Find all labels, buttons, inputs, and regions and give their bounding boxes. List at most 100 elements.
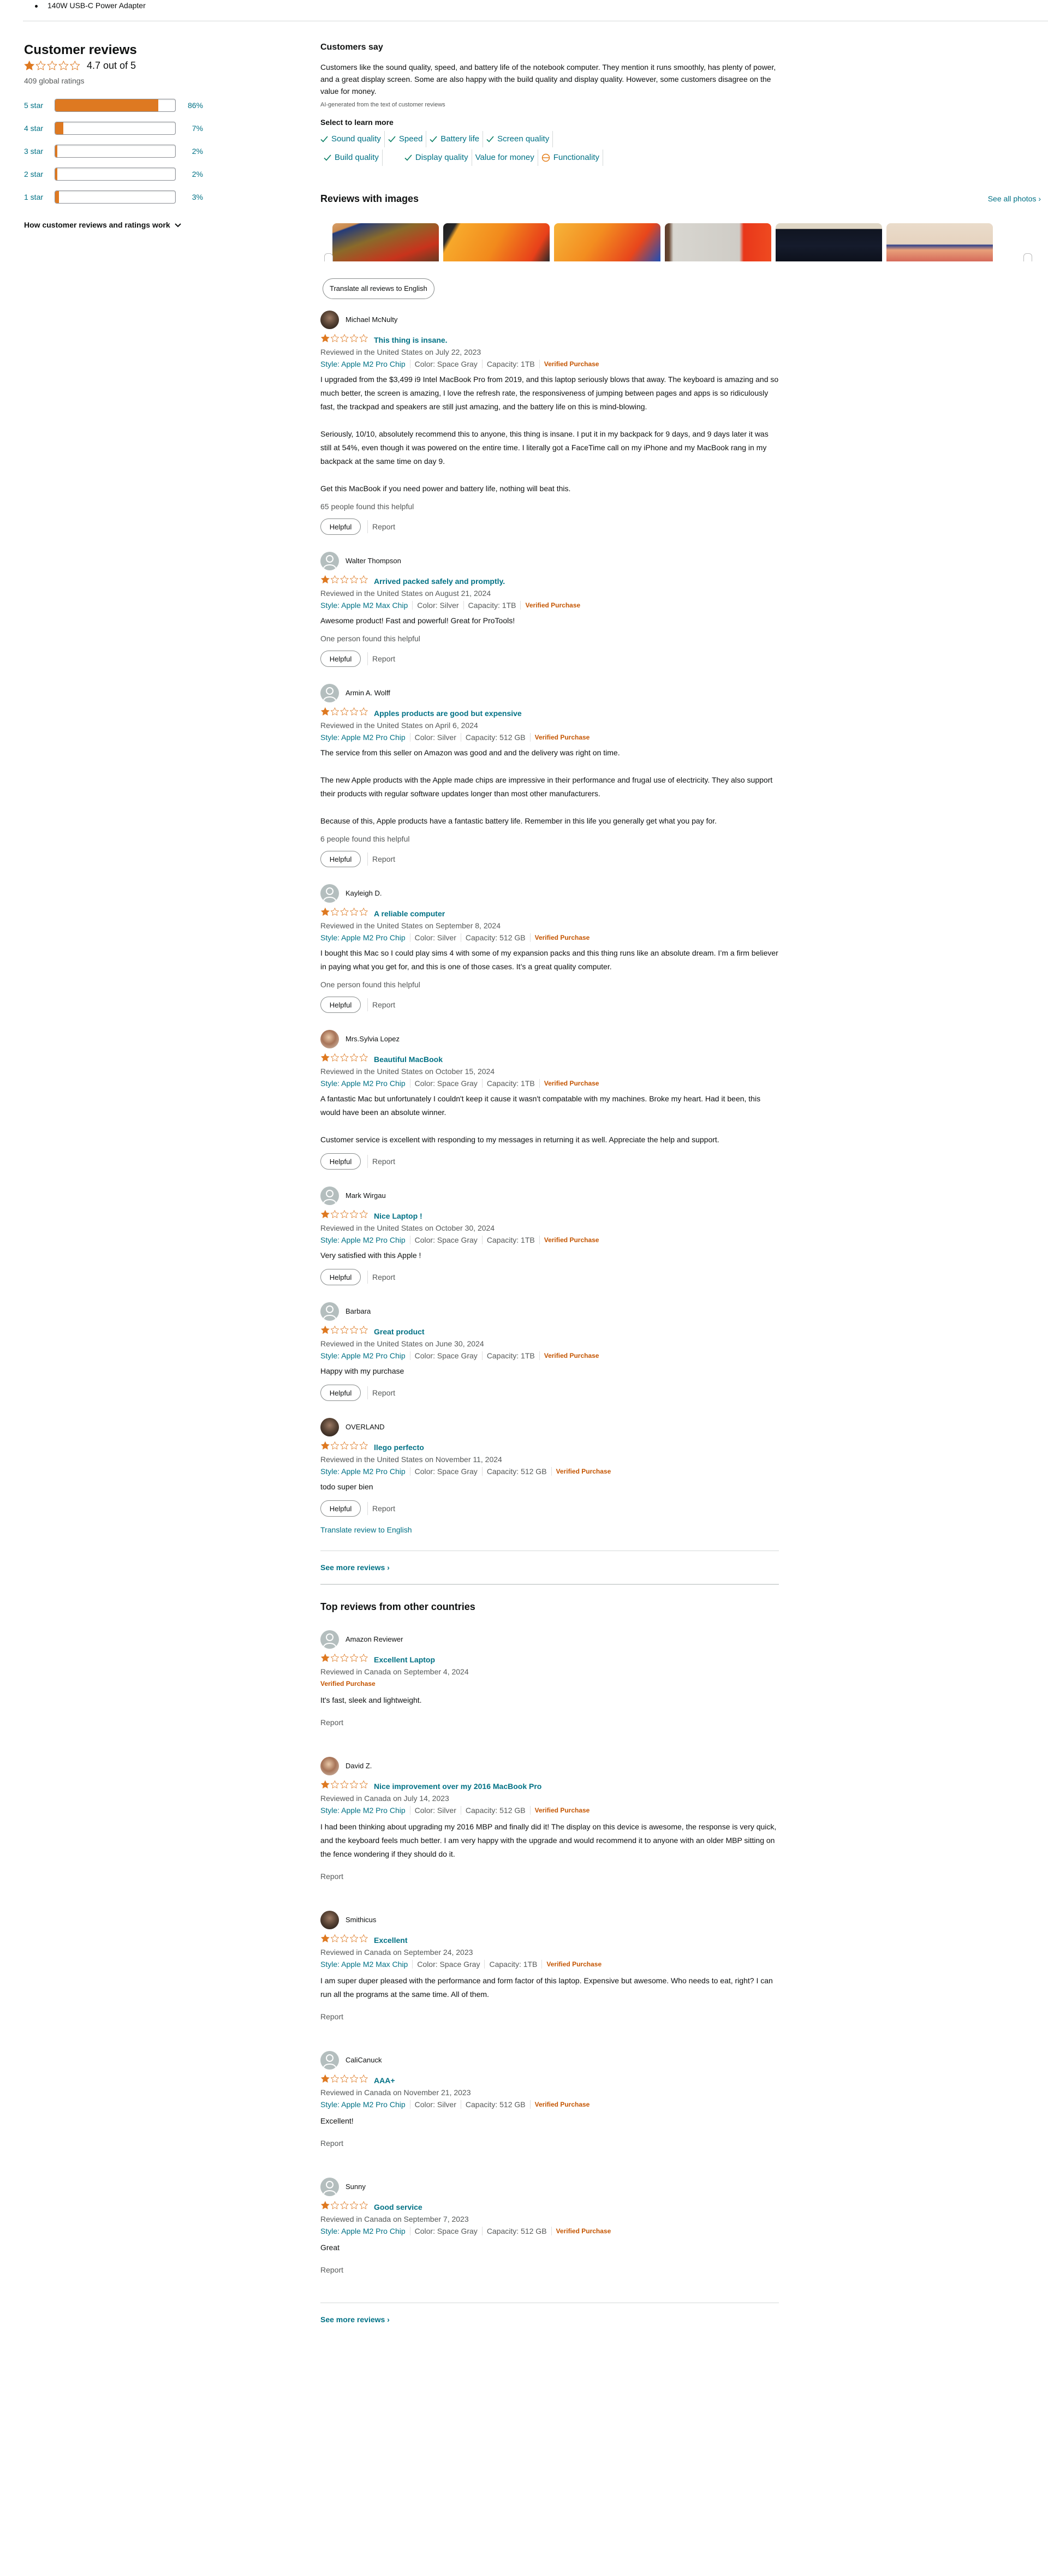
review-title-link[interactable]: Apples products are good but expensive <box>374 708 522 719</box>
review-title-link[interactable]: Excellent Laptop <box>374 1654 435 1665</box>
helpful-button[interactable]: Helpful <box>320 651 361 667</box>
report-link[interactable]: Report <box>372 854 395 864</box>
average-rating-row[interactable]: 4.7 out of 5 <box>24 60 242 71</box>
review-image-thumbnail[interactable] <box>554 223 660 261</box>
variant-style-link[interactable]: Style: Apple M2 Pro Chip <box>320 1235 406 1245</box>
reviewer-profile[interactable]: Barbara <box>320 1301 801 1322</box>
histogram-percent-link[interactable]: 2% <box>176 146 203 157</box>
review-image-thumbnail[interactable] <box>443 223 550 261</box>
aspect-button-value-for-money[interactable]: Value for money <box>472 150 538 166</box>
review-image-thumbnail[interactable] <box>886 223 993 261</box>
reviewer-profile[interactable]: Amazon Reviewer <box>320 1629 801 1650</box>
variant-style-link[interactable]: Style: Apple M2 Max Chip <box>320 600 408 611</box>
aspect-button-build-quality[interactable]: Build quality <box>320 150 383 166</box>
histogram-percent-link[interactable]: 86% <box>176 100 203 111</box>
histogram-star-link[interactable]: 3 star <box>24 146 55 157</box>
reviewer-profile[interactable]: Mark Wirgau <box>320 1185 801 1207</box>
aspect-button-functionality[interactable]: Functionality <box>538 150 603 166</box>
variant-style-link[interactable]: Style: Apple M2 Pro Chip <box>320 1805 406 1816</box>
histogram-percent-link[interactable]: 2% <box>176 169 203 180</box>
reviewer-profile[interactable]: Sunny <box>320 2176 801 2198</box>
histogram-row-3-star[interactable]: 3 star 2% <box>24 140 242 163</box>
aspect-button-sound-quality[interactable]: Sound quality <box>320 131 385 147</box>
report-link[interactable]: Report <box>372 999 395 1010</box>
report-link[interactable]: Report <box>372 521 395 532</box>
carousel-next-button[interactable] <box>1023 253 1032 261</box>
histogram-percent-link[interactable]: 7% <box>176 123 203 134</box>
report-link[interactable]: Report <box>320 2011 801 2022</box>
variant-style-link[interactable]: Style: Apple M2 Pro Chip <box>320 732 406 743</box>
reviewer-profile[interactable]: CaliCanuck <box>320 2049 801 2071</box>
helpful-button[interactable]: Helpful <box>320 851 361 867</box>
histogram-star-link[interactable]: 5 star <box>24 100 55 111</box>
histogram-star-link[interactable]: 4 star <box>24 123 55 134</box>
variant-style-link[interactable]: Style: Apple M2 Pro Chip <box>320 1078 406 1089</box>
helpful-button[interactable]: Helpful <box>320 997 361 1013</box>
variant-style-link[interactable]: Style: Apple M2 Pro Chip <box>320 2099 406 2110</box>
review-title-link[interactable]: Good service <box>374 2202 422 2213</box>
variant-style-link[interactable]: Style: Apple M2 Max Chip <box>320 1959 408 1970</box>
carousel-prev-button[interactable] <box>324 253 333 261</box>
aspect-button-battery-life[interactable]: Battery life <box>426 131 484 147</box>
review-title-link[interactable]: Beautiful MacBook <box>374 1054 443 1065</box>
reviewer-profile[interactable]: Armin A. Wolff <box>320 682 801 704</box>
review-image-thumbnail[interactable] <box>776 223 882 261</box>
review-title-link[interactable]: A reliable computer <box>374 908 445 919</box>
histogram-percent-link[interactable]: 3% <box>176 192 203 202</box>
helpful-button[interactable]: Helpful <box>320 1500 361 1517</box>
histogram-star-link[interactable]: 2 star <box>24 169 55 180</box>
reviewer-profile[interactable]: Smithicus <box>320 1909 801 1931</box>
report-link[interactable]: Report <box>320 1871 801 1882</box>
histogram-row-4-star[interactable]: 4 star 7% <box>24 117 242 140</box>
review-title-link[interactable]: Great product <box>374 1326 425 1337</box>
review-title-link[interactable]: This thing is insane. <box>374 335 448 345</box>
report-link[interactable]: Report <box>372 1272 395 1283</box>
histogram-row-1-star[interactable]: 1 star 3% <box>24 186 242 208</box>
reviewer-profile[interactable]: Michael McNulty <box>320 309 801 331</box>
helpful-button[interactable]: Helpful <box>320 1153 361 1170</box>
reviewer-profile[interactable]: David Z. <box>320 1755 801 1777</box>
histogram-bar[interactable] <box>55 168 176 181</box>
variant-style-link[interactable]: Style: Apple M2 Pro Chip <box>320 1350 406 1361</box>
report-link[interactable]: Report <box>372 1387 395 1398</box>
aspect-button-screen-quality[interactable]: Screen quality <box>483 131 553 147</box>
reviewer-profile[interactable]: OVERLAND <box>320 1416 801 1438</box>
histogram-row-2-star[interactable]: 2 star 2% <box>24 163 242 186</box>
histogram-bar[interactable] <box>55 190 176 204</box>
translate-review-link[interactable]: Translate review to English <box>320 1524 801 1535</box>
histogram-row-5-star[interactable]: 5 star 86% <box>24 94 242 117</box>
report-link[interactable]: Report <box>320 2264 801 2275</box>
report-link[interactable]: Report <box>320 2138 801 2149</box>
review-title-link[interactable]: Nice improvement over my 2016 MacBook Pr… <box>374 1781 541 1792</box>
see-more-reviews-link[interactable]: See more reviews › <box>320 1551 801 1584</box>
report-link[interactable]: Report <box>320 1717 801 1728</box>
report-link[interactable]: Report <box>372 653 395 664</box>
aspect-button-speed[interactable]: Speed <box>385 131 427 147</box>
review-title-link[interactable]: Excellent <box>374 1935 407 1946</box>
variant-style-link[interactable]: Style: Apple M2 Pro Chip <box>320 1466 406 1477</box>
histogram-star-link[interactable]: 1 star <box>24 192 55 202</box>
helpful-button[interactable]: Helpful <box>320 1385 361 1401</box>
report-link[interactable]: Report <box>372 1503 395 1514</box>
translate-all-reviews-button[interactable]: Translate all reviews to English <box>323 278 434 299</box>
how-reviews-work-toggle[interactable]: How customer reviews and ratings work <box>24 219 242 230</box>
see-more-reviews-link[interactable]: See more reviews › <box>320 2303 801 2336</box>
reviewer-profile[interactable]: Mrs.Sylvia Lopez <box>320 1028 801 1050</box>
see-all-photos-link[interactable]: See all photos › <box>988 193 1041 204</box>
helpful-button[interactable]: Helpful <box>320 1269 361 1285</box>
review-image-thumbnail[interactable] <box>332 223 439 261</box>
review-title-link[interactable]: Arrived packed safely and promptly. <box>374 576 505 587</box>
histogram-bar[interactable] <box>55 99 176 112</box>
review-image-thumbnail[interactable] <box>665 223 771 261</box>
helpful-button[interactable]: Helpful <box>320 518 361 535</box>
aspect-button-display-quality[interactable]: Display quality <box>404 150 472 166</box>
histogram-bar[interactable] <box>55 145 176 158</box>
variant-style-link[interactable]: Style: Apple M2 Pro Chip <box>320 359 406 369</box>
reviewer-profile[interactable]: Walter Thompson <box>320 550 801 572</box>
histogram-bar[interactable] <box>55 122 176 135</box>
review-title-link[interactable]: Nice Laptop ! <box>374 1211 422 1221</box>
review-title-link[interactable]: llego perfecto <box>374 1442 424 1453</box>
review-title-link[interactable]: AAA+ <box>374 2075 395 2086</box>
report-link[interactable]: Report <box>372 1156 395 1167</box>
variant-style-link[interactable]: Style: Apple M2 Pro Chip <box>320 2226 406 2237</box>
